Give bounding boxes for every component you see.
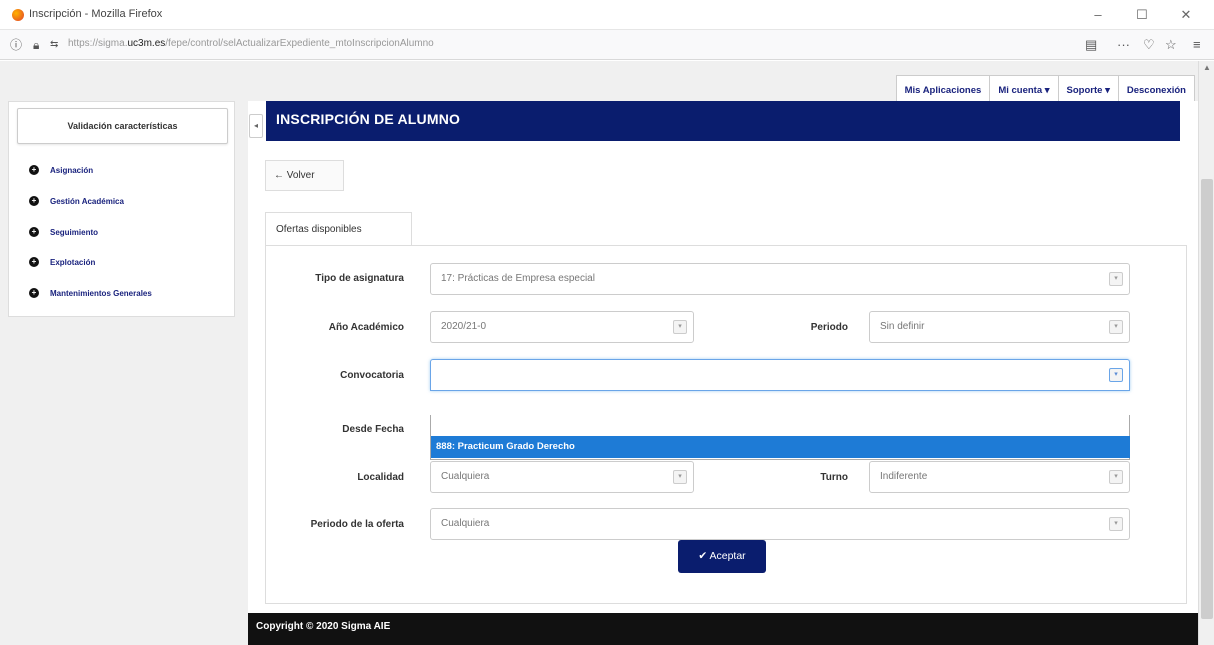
sidebar: Validación características + Asignación … [8,101,235,317]
turno-select[interactable]: Indiferente ▾ [869,461,1130,493]
periodo-select[interactable]: Sin definir ▾ [869,311,1130,343]
tipo-asignatura-select[interactable]: 17: Prácticas de Empresa especial ▾ [430,263,1130,295]
localidad-label: Localidad [357,472,404,483]
tipo-asignatura-value: 17: Prácticas de Empresa especial [441,273,595,284]
convocatoria-select[interactable]: ▾ [430,359,1130,391]
permissions-icon[interactable]: ⇆ [50,37,58,53]
close-button[interactable]: ✕ [1171,6,1201,24]
url-host: uc3m.es [127,38,166,49]
firefox-icon [12,9,24,21]
scrollbar-thumb[interactable] [1201,179,1213,619]
turno-value: Indiferente [880,471,928,482]
convocatoria-option[interactable]: 888: Practicum Grado Derecho [431,436,1130,458]
page-title: INSCRIPCIÓN DE ALUMNO [266,101,1180,141]
chevron-down-icon: ▾ [673,320,687,334]
chevron-down-icon: ▾ [1109,368,1123,382]
chevron-down-icon: ▾ [1109,320,1123,334]
anio-academico-value: 2020/21-0 [441,321,487,332]
periodo-value: Sin definir [880,321,925,332]
minimize-button[interactable]: – [1083,6,1113,24]
info-icon[interactable]: ⓘ [10,37,22,53]
url-bar[interactable]: https://sigma.uc3m.es/fepe/control/selAc… [68,38,434,49]
sidebar-item-label: Seguimiento [50,227,99,237]
turno-label: Turno [820,472,848,483]
aceptar-button[interactable]: ✔ Aceptar [678,540,766,573]
periodo-oferta-label: Periodo de la oferta [310,519,404,530]
tab-ofertas-disponibles[interactable]: Ofertas disponibles [265,212,412,246]
periodo-oferta-value: Cualquiera [441,518,490,529]
bookmark-star-icon[interactable]: ☆ [1165,37,1177,53]
sidebar-item-seguimiento[interactable]: + Seguimiento [29,225,98,239]
sidebar-item-mantenimientos-generales[interactable]: + Mantenimientos Generales [29,286,152,300]
volver-button[interactable]: ← Volver [265,160,344,191]
plus-circle-icon: + [29,165,39,175]
aceptar-label: Aceptar [709,550,746,562]
sidebar-header[interactable]: Validación características [17,108,228,144]
sidebar-item-label: Asignación [50,165,94,175]
chevron-down-icon: ▾ [1109,517,1123,531]
sidebar-item-label: Gestión Académica [50,196,124,206]
maximize-button[interactable]: ☐ [1127,6,1157,24]
sidebar-item-label: Mantenimientos Generales [50,288,152,298]
volver-label: Volver [286,170,315,181]
arrow-left-icon: ← [274,170,284,181]
convocatoria-label: Convocatoria [340,370,404,381]
reader-view-icon[interactable]: ▤ [1085,37,1097,53]
sidebar-item-gestion-academica[interactable]: + Gestión Académica [29,194,124,208]
check-icon: ✔ [698,550,708,562]
window-titlebar: Inscripción - Mozilla Firefox – ☐ ✕ [0,0,1214,30]
plus-circle-icon: + [29,257,39,267]
page-content: Mis Aplicaciones Mi cuenta ▾ Soporte ▾ D… [0,61,1214,645]
pocket-icon[interactable]: ♡ [1143,37,1155,53]
localidad-value: Cualquiera [441,471,490,482]
anio-academico-select[interactable]: 2020/21-0 ▾ [430,311,694,343]
localidad-select[interactable]: Cualquiera ▾ [430,461,694,493]
periodo-oferta-select[interactable]: Cualquiera ▾ [430,508,1130,540]
chevron-down-icon: ▾ [673,470,687,484]
sidebar-item-explotacion[interactable]: + Explotación [29,255,95,269]
page-scrollbar[interactable]: ▲ [1198,61,1214,645]
desde-fecha-label: Desde Fecha [342,424,404,435]
page-footer: Copyright © 2020 Sigma AIE [248,613,1198,645]
lock-icon[interactable]: 🔒︎ [33,37,39,53]
plus-circle-icon: + [29,196,39,206]
chevron-down-icon: ▾ [1109,272,1123,286]
tipo-asignatura-label: Tipo de asignatura [315,273,404,284]
periodo-label: Periodo [810,322,848,333]
anio-academico-label: Año Académico [328,322,404,333]
hamburger-menu-icon[interactable]: ≡ [1193,37,1201,53]
browser-navbar: ⓘ 🔒︎ ⇆ https://sigma.uc3m.es/fepe/contro… [0,30,1214,60]
chevron-down-icon: ▾ [1109,470,1123,484]
plus-circle-icon: + [29,227,39,237]
url-path: /fepe/control/selActualizarExpediente_mt… [165,38,434,49]
url-prefix: https://sigma. [68,38,128,49]
sidebar-item-asignacion[interactable]: + Asignación [29,163,93,177]
scroll-up-icon[interactable]: ▲ [1203,63,1211,72]
convocatoria-dropdown-list: 888: Practicum Grado Derecho [430,415,1130,460]
sidebar-collapse-toggle[interactable]: ◂ [249,114,263,138]
more-actions-icon[interactable]: ··· [1117,37,1130,53]
plus-circle-icon: + [29,288,39,298]
sidebar-item-label: Explotación [50,257,96,267]
window-title: Inscripción - Mozilla Firefox [29,8,163,20]
